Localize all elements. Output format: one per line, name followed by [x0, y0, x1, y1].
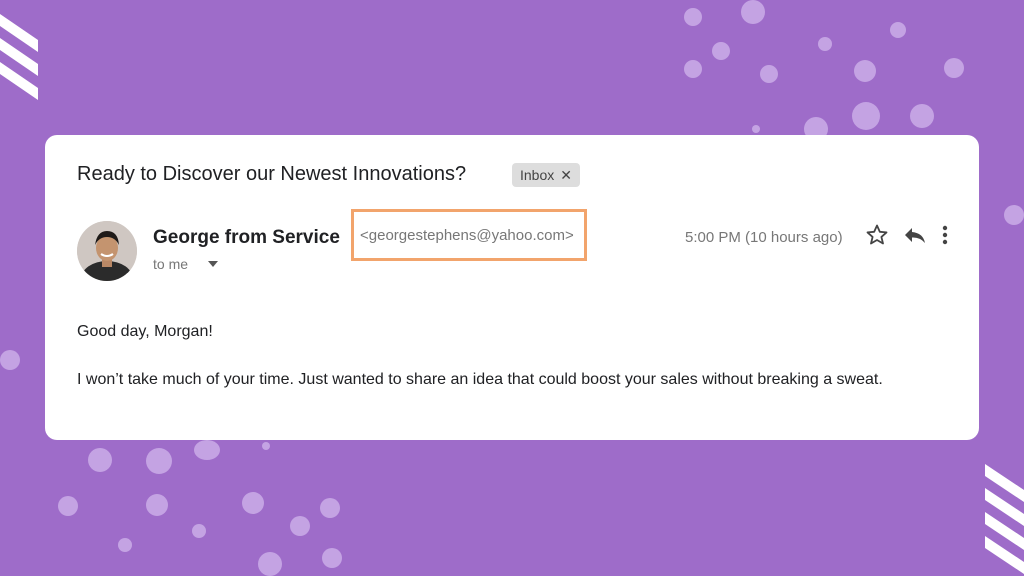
decorative-dot [818, 37, 832, 51]
email-subject: Ready to Discover our Newest Innovations… [77, 163, 467, 185]
inbox-label-chip[interactable]: Inbox ✕ [512, 163, 580, 187]
decorative-dot [146, 448, 172, 474]
sender-avatar[interactable] [77, 221, 137, 281]
decorative-dot [752, 125, 760, 133]
decorative-dot [854, 60, 876, 82]
decorative-dot [322, 548, 342, 568]
decorative-dot [712, 42, 730, 60]
sender-email-address: <georgestephens@yahoo.com> [360, 226, 574, 244]
decorative-dot [258, 552, 282, 576]
decorative-dot [0, 350, 20, 370]
recipient-line: to me [153, 256, 219, 272]
decorative-dot [910, 104, 934, 128]
decorative-dot [760, 65, 778, 83]
decorative-dot [290, 516, 310, 536]
decorative-dot [146, 494, 168, 516]
decorative-dot [192, 524, 206, 538]
recipient-label: to me [153, 256, 189, 272]
decorative-stripes-top-left [0, 14, 38, 100]
sender-email-highlight: <georgestephens@yahoo.com> [351, 209, 587, 261]
email-body: Good day, Morgan! I won’t take much of y… [77, 320, 957, 416]
decorative-dot [684, 60, 702, 78]
decorative-dot [1004, 205, 1024, 225]
decorative-dot [262, 442, 270, 450]
email-paragraph: I won’t take much of your time. Just wan… [77, 371, 883, 388]
decorative-dot [684, 8, 702, 26]
star-icon[interactable] [865, 223, 889, 247]
reply-icon[interactable] [902, 223, 928, 247]
remove-label-icon[interactable]: ✕ [560, 167, 572, 184]
decorative-dot [320, 498, 340, 518]
decorative-dot [242, 492, 264, 514]
email-greeting: Good day, Morgan! [77, 323, 213, 340]
chevron-down-icon[interactable] [208, 261, 219, 267]
decorative-dot [890, 22, 906, 38]
decorative-dot [944, 58, 964, 78]
inbox-label-text: Inbox [520, 167, 555, 183]
email-card: Ready to Discover our Newest Innovations… [45, 135, 979, 440]
decorative-dot [88, 448, 112, 472]
decorative-dot [741, 0, 765, 24]
decorative-dot [118, 538, 132, 552]
decorative-dot [58, 496, 78, 516]
decorative-dot [852, 102, 880, 130]
decorative-dot [194, 440, 220, 460]
decorative-stripes-bottom-right [985, 464, 1024, 574]
sender-name: George from Service [153, 227, 340, 248]
email-timestamp: 5:00 PM (10 hours ago) [685, 229, 843, 246]
more-vertical-icon[interactable] [938, 223, 952, 247]
